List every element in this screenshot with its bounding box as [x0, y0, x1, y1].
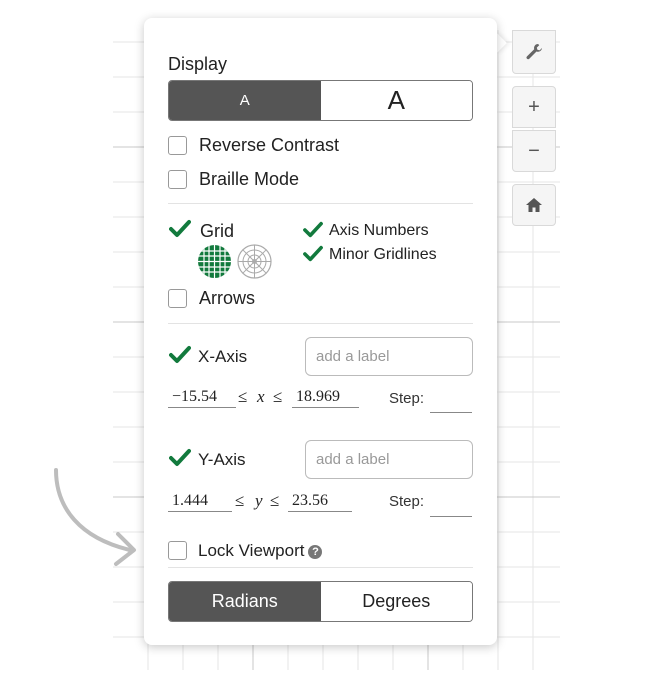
y-axis-label: Y-Axis [198, 450, 246, 469]
lock-viewport-label: Lock Viewport? [198, 541, 323, 561]
radians-button[interactable]: Radians [169, 582, 321, 621]
axis-numbers-checkbox[interactable] [303, 221, 323, 239]
help-icon[interactable]: ? [308, 544, 323, 559]
home-icon [526, 198, 542, 212]
grid-checkbox[interactable] [169, 219, 191, 239]
lock-viewport-checkbox[interactable] [168, 541, 187, 560]
plus-icon: + [528, 95, 540, 118]
minus-icon: − [528, 139, 540, 162]
degrees-button[interactable]: Degrees [320, 582, 472, 621]
arrows-label: Arrows [199, 288, 256, 308]
reverse-contrast-checkbox[interactable] [168, 136, 187, 155]
y-max-input[interactable]: 23.56 [288, 490, 352, 512]
axis-numbers-label: Axis Numbers [329, 222, 429, 239]
cartesian-grid-icon[interactable] [197, 244, 232, 279]
braille-mode-label: Braille Mode [199, 169, 300, 189]
zoom-in-button[interactable]: + [512, 86, 556, 128]
x-step-input[interactable] [430, 390, 472, 413]
y-axis-checkbox[interactable] [169, 448, 191, 468]
x-axis-checkbox[interactable] [169, 345, 191, 365]
y-axis-label-input[interactable] [305, 440, 473, 479]
y-step-label: Step: [389, 493, 425, 510]
y-min-input[interactable]: 1.444 [168, 490, 232, 512]
x-axis-label: X-Axis [198, 347, 248, 366]
braille-mode-checkbox[interactable] [168, 170, 187, 189]
y-variable: y [255, 491, 263, 510]
minor-gridlines-label: Minor Gridlines [329, 246, 437, 263]
y-step-input[interactable] [430, 494, 472, 517]
x-max-input[interactable]: 18.969 [292, 386, 359, 408]
section-divider [168, 567, 473, 568]
default-viewport-button[interactable] [512, 184, 556, 226]
zoom-out-button[interactable]: − [512, 130, 556, 172]
font-size-toggle: A A [168, 80, 473, 121]
angle-mode-toggle: Radians Degrees [168, 581, 473, 622]
x-min-input[interactable]: −15.54 [168, 386, 236, 408]
large-font-button[interactable]: A [320, 81, 472, 120]
y-leq-right: ≤ [270, 491, 280, 510]
minor-gridlines-checkbox[interactable] [303, 245, 323, 263]
curved-arrow-icon [54, 468, 136, 566]
x-step-label: Step: [389, 390, 425, 407]
graph-settings-button[interactable] [512, 30, 556, 74]
small-font-button[interactable]: A [169, 81, 321, 120]
reverse-contrast-label: Reverse Contrast [199, 135, 340, 155]
arrows-checkbox[interactable] [168, 289, 187, 308]
x-axis-label-input[interactable] [305, 337, 473, 376]
y-leq-left: ≤ [235, 491, 245, 510]
display-heading: Display [168, 54, 228, 74]
grid-label: Grid [200, 221, 235, 241]
lock-viewport-text: Lock Viewport [198, 541, 305, 560]
x-leq-left: ≤ [238, 387, 248, 406]
wrench-icon [526, 44, 542, 60]
x-leq-right: ≤ [273, 387, 283, 406]
polar-grid-icon[interactable] [237, 244, 272, 279]
x-variable: x [257, 387, 265, 406]
section-divider [168, 323, 473, 324]
section-divider [168, 203, 473, 204]
